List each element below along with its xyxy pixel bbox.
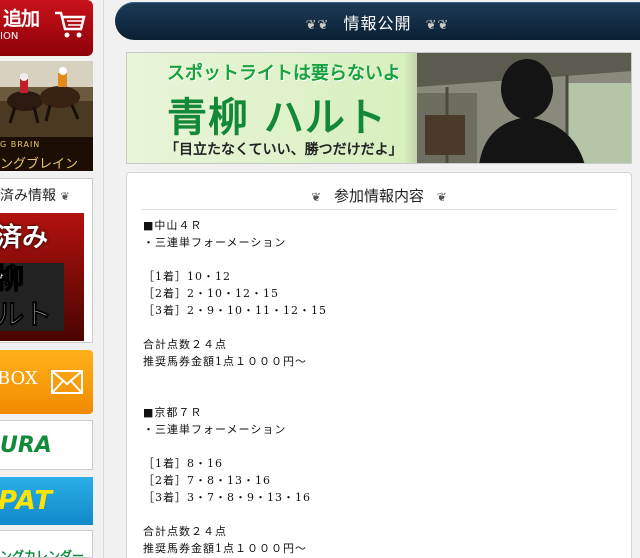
cart-banner-label: 追加: [3, 8, 40, 30]
info-line: ・三連単フォーメーション: [143, 236, 287, 249]
ornament-icon-left: ❦: [311, 190, 322, 204]
horse-racing-image: [0, 61, 93, 137]
racing-calendar-banner[interactable]: ングカレンダー: [0, 530, 93, 558]
ipat-label: PAT: [0, 486, 54, 516]
entry-info-body: ■中山４Ｒ ・三連単フォーメーション ［1着］10・12 ［2着］2・10・12・15…: [143, 217, 327, 557]
jra-link-banner[interactable]: URA: [0, 420, 93, 470]
section-title-bar: ❦❦ 情報公開 ❦❦: [115, 2, 640, 40]
mail-box-banner[interactable]: BOX: [0, 350, 93, 414]
info-line: ［1着］8・16: [143, 457, 223, 470]
sidebar: 追加 ION G BRAIN ングブレイン 済み情報 ❦ 済み ルト BOX U…: [0, 0, 95, 558]
entry-info-heading: ❦ 参加情報内容 ❦: [127, 185, 631, 206]
info-line: ［3着］2・9・10・11・12・15: [143, 304, 327, 317]
racing-banner-label-jp: ングブレイン: [0, 157, 79, 171]
racing-banner-label-en: G BRAIN: [0, 140, 41, 149]
used-info-banner[interactable]: 済み 柳 ルト: [0, 213, 84, 341]
info-line: ［2着］2・10・12・15: [143, 287, 279, 300]
ornament-icon: ❦: [60, 190, 70, 203]
used-info-heading-text: 済み情報: [0, 188, 56, 204]
info-line: ［1着］10・12: [143, 270, 231, 283]
page: 追加 ION G BRAIN ングブレイン 済み情報 ❦ 済み ルト BOX U…: [0, 0, 640, 558]
info-line: 推奨馬券金額1点１０００円〜: [143, 355, 307, 368]
used-info-banner-name: 柳 ルト: [0, 261, 53, 333]
ornament-icon-left: ❦❦: [305, 18, 330, 33]
info-line: ・三連単フォーメーション: [143, 423, 287, 436]
entry-info-card: ❦ 参加情報内容 ❦ ■中山４Ｒ ・三連単フォーメーション ［1着］10・12 ［2着…: [126, 172, 632, 558]
info-line: ■京都７Ｒ: [143, 406, 203, 419]
entry-info-heading-text: 参加情報内容: [333, 187, 424, 205]
heading-divider: [141, 209, 617, 210]
racing-brain-banner[interactable]: G BRAIN ングブレイン: [0, 61, 93, 171]
ornament-icon-right: ❦❦: [425, 18, 450, 33]
stable-silhouette-image: [417, 53, 631, 163]
sidebar-divider: [103, 0, 104, 558]
cart-banner-sublabel: ION: [0, 31, 19, 42]
banner-name-line1: 柳: [0, 261, 52, 297]
calendar-label: ングカレンダー: [0, 549, 85, 558]
cart-icon: [55, 11, 86, 38]
info-line: ■中山４Ｒ: [143, 219, 203, 232]
add-to-cart-banner[interactable]: 追加 ION: [0, 0, 93, 56]
used-info-banner-line1: 済み: [0, 223, 49, 253]
banner-name-line2: ルト: [0, 298, 53, 332]
page-title: 情報公開: [343, 14, 412, 33]
info-line: ［2着］7・8・13・16: [143, 474, 271, 487]
jra-label: URA: [0, 433, 52, 458]
ornament-icon-right: ❦: [436, 190, 447, 204]
info-line: 合計点数２４点: [143, 525, 227, 538]
info-line: 推奨馬券金額1点１０００円〜: [143, 542, 307, 555]
hero-quote: 「目立たなくていい、勝つだけだよ」: [165, 142, 403, 158]
hero-tipster-name: 青柳 ハルト: [167, 95, 387, 141]
info-line: 合計点数２４点: [143, 338, 227, 351]
tipster-hero-banner: スポットライトは要らないよ 青柳 ハルト 「目立たなくていい、勝つだけだよ」: [126, 52, 632, 164]
ipat-link-banner[interactable]: PAT: [0, 477, 93, 525]
envelope-icon: [51, 370, 83, 394]
used-info-heading: 済み情報 ❦: [0, 185, 70, 205]
hero-tagline: スポットライトは要らないよ: [167, 63, 401, 84]
info-line: ［3着］3・7・8・9・13・16: [143, 491, 311, 504]
mail-box-label: BOX: [0, 368, 38, 389]
used-info-panel: 済み情報 ❦ 済み 柳 ルト: [0, 178, 93, 343]
